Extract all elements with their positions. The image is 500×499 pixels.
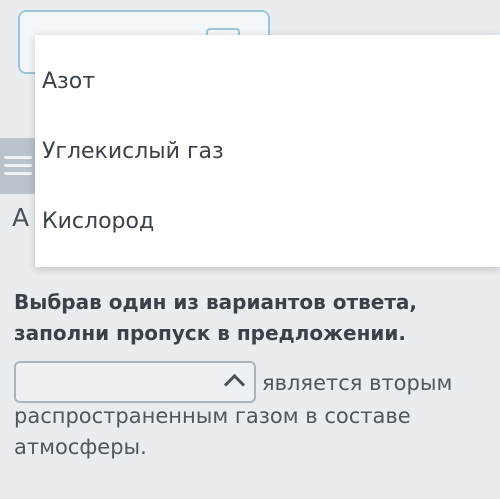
menu-icon[interactable] bbox=[0, 138, 38, 194]
dropdown-option-oxygen[interactable]: Кислород bbox=[42, 209, 154, 234]
dropdown-option-carbon-dioxide[interactable]: Углекислый газ bbox=[42, 139, 224, 164]
menu-line bbox=[4, 172, 32, 175]
chevron-up-icon[interactable] bbox=[223, 373, 246, 396]
partial-heading-letter: А bbox=[12, 203, 30, 232]
question-instruction: Выбрав один из вариантов ответа, заполни… bbox=[14, 290, 417, 345]
dropdown-option-nitrogen[interactable]: Азот bbox=[42, 69, 95, 94]
answer-dropdown-list: Азот Углекислый газ Кислород bbox=[35, 35, 500, 267]
blank-answer-select[interactable] bbox=[14, 361, 256, 403]
menu-line bbox=[4, 156, 32, 159]
sentence-continuation: распространенным газом в составе атмосфе… bbox=[14, 404, 411, 459]
sentence-after-blank: является вторым bbox=[262, 371, 453, 395]
menu-line bbox=[4, 164, 32, 167]
